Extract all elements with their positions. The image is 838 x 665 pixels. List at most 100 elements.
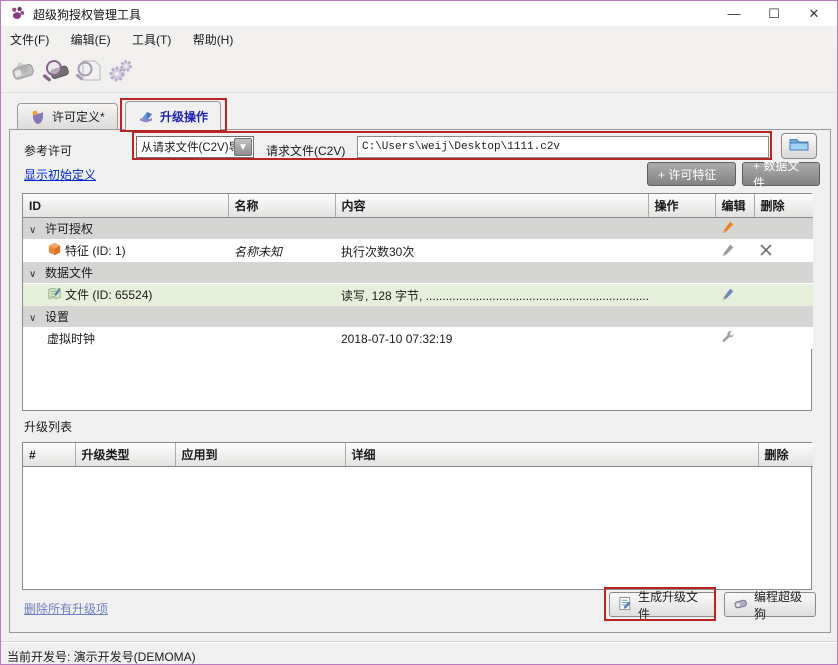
upgrade-column-header-3[interactable]: 详细 xyxy=(345,443,758,467)
license-column-header-0[interactable]: ID xyxy=(23,194,228,218)
reference-license-label: 参考许可 xyxy=(24,142,72,159)
menu-help[interactable]: 帮助(H) xyxy=(184,26,243,53)
add-data-file-button[interactable]: + 数据文件 xyxy=(742,162,820,186)
menu-edit[interactable]: 编辑(E) xyxy=(62,26,120,53)
request-file-label: 请求文件(C2V) xyxy=(266,142,345,159)
license-table: ID名称内容操作编辑删除 ∨许可授权特征 (ID: 1)名称未知执行次数30次∨… xyxy=(23,194,813,349)
row-content xyxy=(335,306,648,328)
menu-file[interactable]: 文件(F) xyxy=(1,26,58,53)
settings-gears-icon[interactable] xyxy=(105,56,135,86)
title-bar: 超级狗授权管理工具 — ☐ ✕ xyxy=(1,1,837,26)
collapse-chevron-icon[interactable]: ∨ xyxy=(29,269,45,280)
license-column-header-1[interactable]: 名称 xyxy=(228,194,335,218)
close-button[interactable]: ✕ xyxy=(795,1,833,26)
row-action-cell xyxy=(648,306,715,328)
row-name xyxy=(228,218,335,240)
file-doc-icon xyxy=(47,286,65,304)
license-column-header-3[interactable]: 操作 xyxy=(648,194,715,218)
tab-upgrade-label: 升级操作 xyxy=(160,108,208,125)
inspect-dongle-icon[interactable] xyxy=(41,56,71,86)
row-id-label: 许可授权 xyxy=(45,222,93,236)
menu-tools[interactable]: 工具(T) xyxy=(123,26,180,53)
row-action-cell xyxy=(648,218,715,240)
reference-source-value: 从请求文件(C2V)导入 xyxy=(137,139,234,155)
toolbar xyxy=(1,51,837,93)
row-name xyxy=(228,284,335,307)
row-id-label: 虚拟时钟 xyxy=(47,332,95,346)
row-content: 执行次数30次 xyxy=(335,240,648,263)
upgrade-table-container: #升级类型应用到详细删除 xyxy=(22,442,812,590)
upgrade-tab-icon xyxy=(138,109,154,125)
generate-upgrade-file-label: 生成升级文件 xyxy=(638,588,707,622)
current-developer-id: 当前开发号: 演示开发号(DEMOMA) xyxy=(7,648,196,665)
program-superdog-label: 编程超级狗 xyxy=(754,588,807,622)
row-action-cell xyxy=(648,262,715,284)
chevron-down-icon[interactable]: ▼ xyxy=(234,138,252,156)
delete-button[interactable] xyxy=(760,244,772,259)
license-column-header-2[interactable]: 内容 xyxy=(335,194,648,218)
upgrade-header-row: #升级类型应用到详细删除 xyxy=(23,443,813,467)
row-name: 名称未知 xyxy=(228,240,335,263)
row-name xyxy=(228,306,335,328)
program-dongle-icon[interactable] xyxy=(9,56,39,86)
generate-upgrade-file-button[interactable]: 生成升级文件 xyxy=(609,592,716,617)
tab-license-label: 许可定义* xyxy=(52,108,105,125)
collapse-chevron-icon[interactable]: ∨ xyxy=(29,313,45,324)
license-group-row[interactable]: ∨许可授权 xyxy=(23,218,813,240)
upgrade-column-header-1[interactable]: 升级类型 xyxy=(75,443,175,467)
upgrade-table: #升级类型应用到详细删除 xyxy=(23,443,813,467)
upgrade-column-header-4[interactable]: 删除 xyxy=(758,443,813,467)
license-table-container: ID名称内容操作编辑删除 ∨许可授权特征 (ID: 1)名称未知执行次数30次∨… xyxy=(22,193,812,411)
row-name xyxy=(228,328,335,350)
license-column-header-5[interactable]: 删除 xyxy=(754,194,813,218)
browse-file-button[interactable] xyxy=(781,133,817,159)
row-content xyxy=(335,262,648,284)
generate-file-icon xyxy=(618,596,633,614)
license-group-row[interactable]: ∨数据文件 xyxy=(23,262,813,284)
minimize-button[interactable]: — xyxy=(715,1,753,26)
upgrade-column-header-0[interactable]: # xyxy=(23,443,75,467)
row-id-label: 文件 (ID: 65524) xyxy=(65,288,152,302)
folder-icon xyxy=(789,137,809,155)
license-group-row[interactable]: ∨设置 xyxy=(23,306,813,328)
maximize-button[interactable]: ☐ xyxy=(755,1,793,26)
edit-button[interactable] xyxy=(721,330,735,347)
tab-upgrade-operation[interactable]: 升级操作 xyxy=(125,101,221,131)
app-window: 超级狗授权管理工具 — ☐ ✕ 文件(F) 编辑(E) 工具(T) 帮助(H) xyxy=(0,0,838,665)
add-license-feature-button[interactable]: + 许可特征 xyxy=(647,162,736,186)
request-file-path-input[interactable]: C:\Users\weij\Desktop\1111.c2v xyxy=(357,136,769,158)
dongle-icon xyxy=(733,597,749,613)
license-table-body: ∨许可授权特征 (ID: 1)名称未知执行次数30次∨数据文件文件 (ID: 6… xyxy=(23,218,813,350)
program-superdog-button[interactable]: 编程超级狗 xyxy=(724,592,816,617)
reference-source-select[interactable]: 从请求文件(C2V)导入 ▼ xyxy=(136,136,254,158)
license-column-header-4[interactable]: 编辑 xyxy=(715,194,754,218)
row-content: 读写, 128 字节, ............................… xyxy=(335,284,648,307)
row-action-cell xyxy=(648,328,715,350)
license-item-row[interactable]: 特征 (ID: 1) 名称未知执行次数30次 xyxy=(23,240,813,263)
window-title: 超级狗授权管理工具 xyxy=(33,6,141,23)
license-item-row[interactable]: 虚拟时钟 2018-07-10 07:32:19 xyxy=(23,328,813,350)
license-header-row: ID名称内容操作编辑删除 xyxy=(23,194,813,218)
row-action-cell xyxy=(648,240,715,263)
view-file-icon[interactable] xyxy=(73,56,103,86)
edit-button[interactable] xyxy=(721,287,735,304)
app-paw-icon xyxy=(9,5,26,22)
license-item-row[interactable]: 文件 (ID: 65524) 读写, 128 字节, ..............… xyxy=(23,284,813,307)
feature-cube-icon xyxy=(47,242,65,260)
status-bar: 当前开发号: 演示开发号(DEMOMA) xyxy=(1,643,837,665)
row-id-label: 数据文件 xyxy=(45,266,93,280)
delete-all-upgrades-link[interactable]: 删除所有升级项 xyxy=(24,600,108,617)
row-content: 2018-07-10 07:32:19 xyxy=(335,328,648,350)
row-id-label: 设置 xyxy=(45,310,69,324)
show-initial-definition-link[interactable]: 显示初始定义 xyxy=(24,166,96,183)
upgrade-column-header-2[interactable]: 应用到 xyxy=(175,443,345,467)
row-id-label: 特征 (ID: 1) xyxy=(65,244,126,258)
tab-license-definition[interactable]: 许可定义* xyxy=(17,103,118,130)
row-action-cell xyxy=(648,284,715,307)
upgrade-list-title: 升级列表 xyxy=(24,418,72,435)
edit-button[interactable] xyxy=(721,243,735,260)
row-content xyxy=(335,218,648,240)
collapse-chevron-icon[interactable]: ∨ xyxy=(29,225,45,236)
edit-button[interactable] xyxy=(721,220,735,237)
upgrade-panel: 参考许可 从请求文件(C2V)导入 ▼ 请求文件(C2V) C:\Users\w… xyxy=(9,129,831,633)
